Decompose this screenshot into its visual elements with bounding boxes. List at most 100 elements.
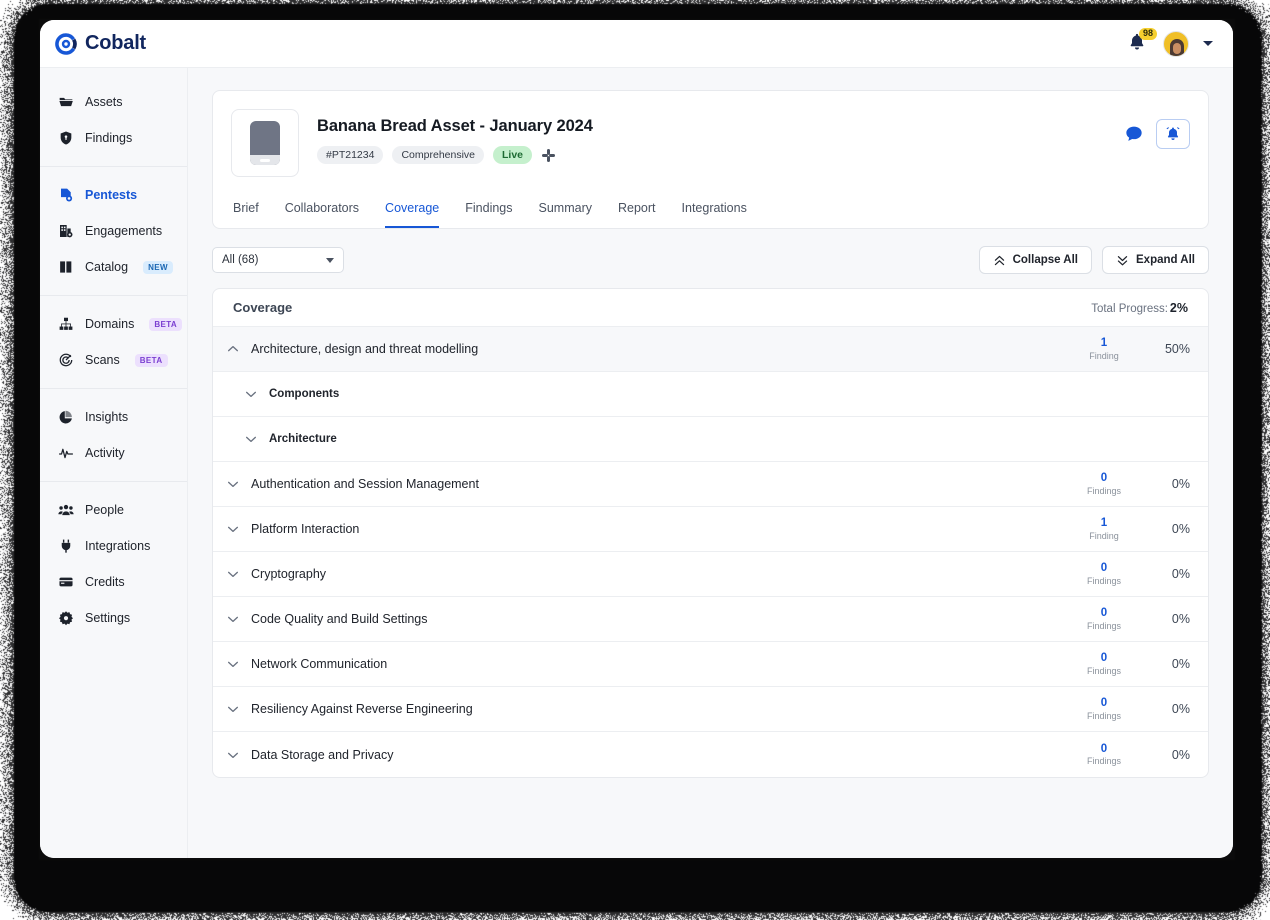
coverage-percent: 0% (1150, 567, 1208, 581)
main-content: Banana Bread Asset - January 2024 #PT212… (188, 68, 1233, 858)
coverage-row-metrics: 1 Finding 50% (1058, 336, 1208, 362)
sidebar-item-label: Settings (85, 611, 130, 625)
sidebar-group-2: Pentests Engagements Catalog NEW (40, 166, 187, 295)
coverage-row[interactable]: Code Quality and Build Settings 0 Findings… (213, 597, 1208, 642)
coverage-row-name: Cryptography (251, 567, 326, 581)
tab-summary[interactable]: Summary (539, 201, 592, 228)
avatar[interactable] (1163, 31, 1189, 57)
coverage-row[interactable]: Data Storage and Privacy 0 Findings 0% (213, 732, 1208, 777)
chat-bubble-icon[interactable] (1124, 124, 1144, 144)
chevron-down-icon (243, 386, 259, 402)
bell-icon (1165, 126, 1181, 142)
chevron-up-icon (225, 341, 241, 357)
findings-number: 0 (1058, 561, 1150, 575)
brand-logo[interactable]: Cobalt (54, 32, 146, 56)
findings-count: 0 Findings (1058, 696, 1150, 722)
collapse-all-button[interactable]: Collapse All (979, 246, 1092, 274)
plug-icon (58, 538, 74, 554)
sidebar-group-5: People Integrations Credits Settings (40, 481, 187, 646)
sidebar-group-3: Domains BETA Scans BETA (40, 295, 187, 388)
slack-icon[interactable] (541, 148, 556, 163)
findings-label: Findings (1058, 666, 1150, 677)
findings-count: 0 Findings (1058, 606, 1150, 632)
coverage-row-metrics: 0 Findings 0% (1058, 651, 1208, 677)
coverage-row-metrics: 0 Findings 0% (1058, 742, 1208, 768)
findings-count: 0 Findings (1058, 471, 1150, 497)
chevron-down-icon (225, 656, 241, 672)
coverage-subrow[interactable]: Components (213, 372, 1208, 417)
sidebar-item-domains[interactable]: Domains BETA (40, 306, 187, 342)
building-shield-icon (58, 223, 74, 239)
book-icon (58, 259, 74, 275)
findings-label: Findings (1058, 486, 1150, 497)
sidebar-item-catalog[interactable]: Catalog NEW (40, 249, 187, 285)
sidebar-item-pentests[interactable]: Pentests (40, 177, 187, 213)
sidebar-item-scans[interactable]: Scans BETA (40, 342, 187, 378)
sidebar-group-1: Assets Findings (40, 74, 187, 166)
people-icon (58, 502, 74, 518)
coverage-subrow[interactable]: Architecture (213, 417, 1208, 462)
sidebar-item-label: Pentests (85, 188, 137, 202)
coverage-percent: 0% (1150, 522, 1208, 536)
badge-pentest-id: #PT21234 (317, 146, 383, 164)
coverage-row[interactable]: Authentication and Session Management 0 Fi… (213, 462, 1208, 507)
sidebar-item-settings[interactable]: Settings (40, 600, 187, 636)
chevron-down-icon (225, 566, 241, 582)
chevron-down-icon (225, 701, 241, 717)
top-bar: Cobalt 98 (40, 20, 1233, 68)
coverage-filter-select[interactable]: All (68) (212, 247, 344, 273)
cobalt-gear-logo-icon (54, 32, 78, 56)
top-bar-actions: 98 (1127, 31, 1213, 57)
findings-number: 0 (1058, 606, 1150, 620)
sidebar-item-integrations[interactable]: Integrations (40, 528, 187, 564)
sidebar-item-label: Findings (85, 131, 132, 145)
notifications-count-badge: 98 (1139, 28, 1157, 40)
coverage-row-name: Architecture, design and threat modellin… (251, 342, 478, 356)
expand-all-button[interactable]: Expand All (1102, 246, 1209, 274)
total-progress-label: Total Progress: (1091, 303, 1168, 315)
sidebar: Assets Findings Pentests Engagements Cat… (40, 68, 188, 858)
tab-coverage[interactable]: Coverage (385, 201, 439, 228)
sidebar-item-label: People (85, 503, 124, 517)
double-chevron-up-icon (993, 254, 1006, 267)
coverage-percent: 0% (1150, 477, 1208, 491)
chevron-down-icon (243, 431, 259, 447)
coverage-row[interactable]: Platform Interaction 1 Finding 0% (213, 507, 1208, 552)
coverage-row[interactable]: Resiliency Against Reverse Engineering 0 F… (213, 687, 1208, 732)
sidebar-group-4: Insights Activity (40, 388, 187, 481)
coverage-row-name: Architecture (269, 433, 337, 445)
findings-number: 0 (1058, 742, 1150, 756)
badge-new: NEW (143, 261, 173, 274)
coverage-row[interactable]: Network Communication 0 Findings 0% (213, 642, 1208, 687)
coverage-row[interactable]: Cryptography 0 Findings 0% (213, 552, 1208, 597)
coverage-percent: 0% (1150, 657, 1208, 671)
findings-number: 0 (1058, 471, 1150, 485)
asset-thumbnail (231, 109, 299, 177)
sidebar-item-engagements[interactable]: Engagements (40, 213, 187, 249)
tab-report[interactable]: Report (618, 201, 656, 228)
sidebar-item-assets[interactable]: Assets (40, 84, 187, 120)
tab-findings[interactable]: Findings (465, 201, 512, 228)
sidebar-item-label: Integrations (85, 539, 150, 553)
tab-collaborators[interactable]: Collaborators (285, 201, 359, 228)
tab-integrations[interactable]: Integrations (682, 201, 747, 228)
sidebar-item-activity[interactable]: Activity (40, 435, 187, 471)
badge-beta: BETA (149, 318, 182, 331)
sidebar-item-findings[interactable]: Findings (40, 120, 187, 156)
sidebar-item-people[interactable]: People (40, 492, 187, 528)
brand-name: Cobalt (85, 32, 146, 55)
findings-count: 0 Findings (1058, 561, 1150, 587)
sidebar-item-credits[interactable]: Credits (40, 564, 187, 600)
notify-button[interactable] (1156, 119, 1190, 149)
coverage-percent: 50% (1150, 342, 1208, 356)
asset-badges: #PT21234 Comprehensive Live (317, 146, 593, 164)
findings-number: 0 (1058, 696, 1150, 710)
chevron-down-icon[interactable] (1203, 41, 1213, 46)
sidebar-item-insights[interactable]: Insights (40, 399, 187, 435)
sidebar-item-label: Assets (85, 95, 123, 109)
tab-brief[interactable]: Brief (233, 201, 259, 228)
notifications-button[interactable]: 98 (1127, 32, 1149, 56)
findings-label: Findings (1058, 711, 1150, 722)
badge-beta: BETA (135, 354, 168, 367)
coverage-row[interactable]: Architecture, design and threat modellin… (213, 327, 1208, 372)
